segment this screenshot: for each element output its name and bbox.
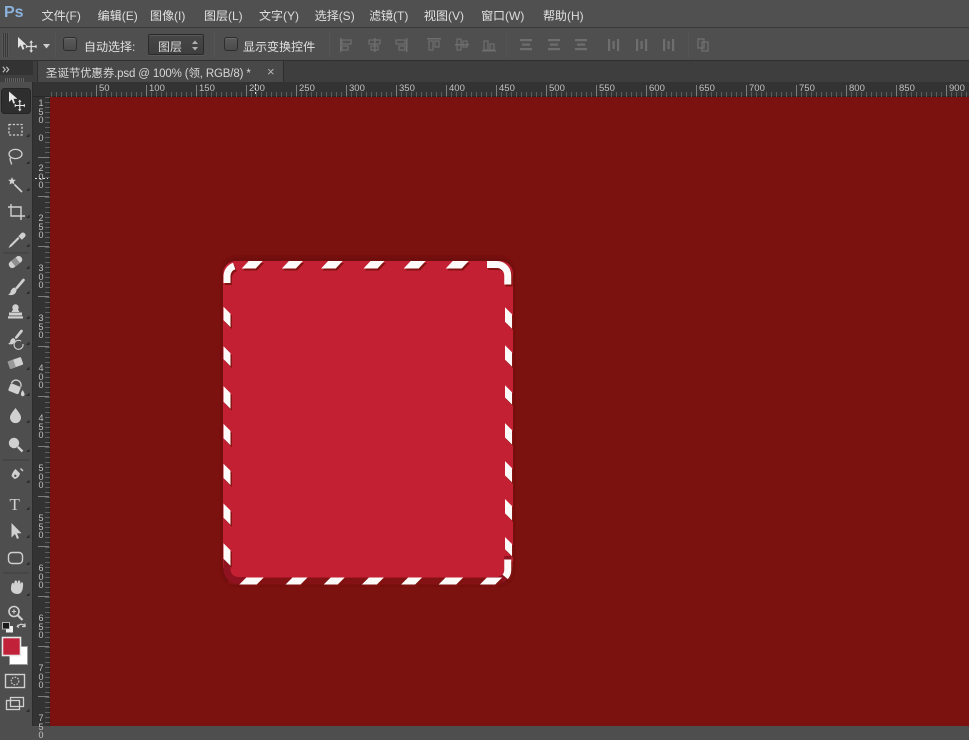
svg-text:T: T — [10, 495, 21, 514]
